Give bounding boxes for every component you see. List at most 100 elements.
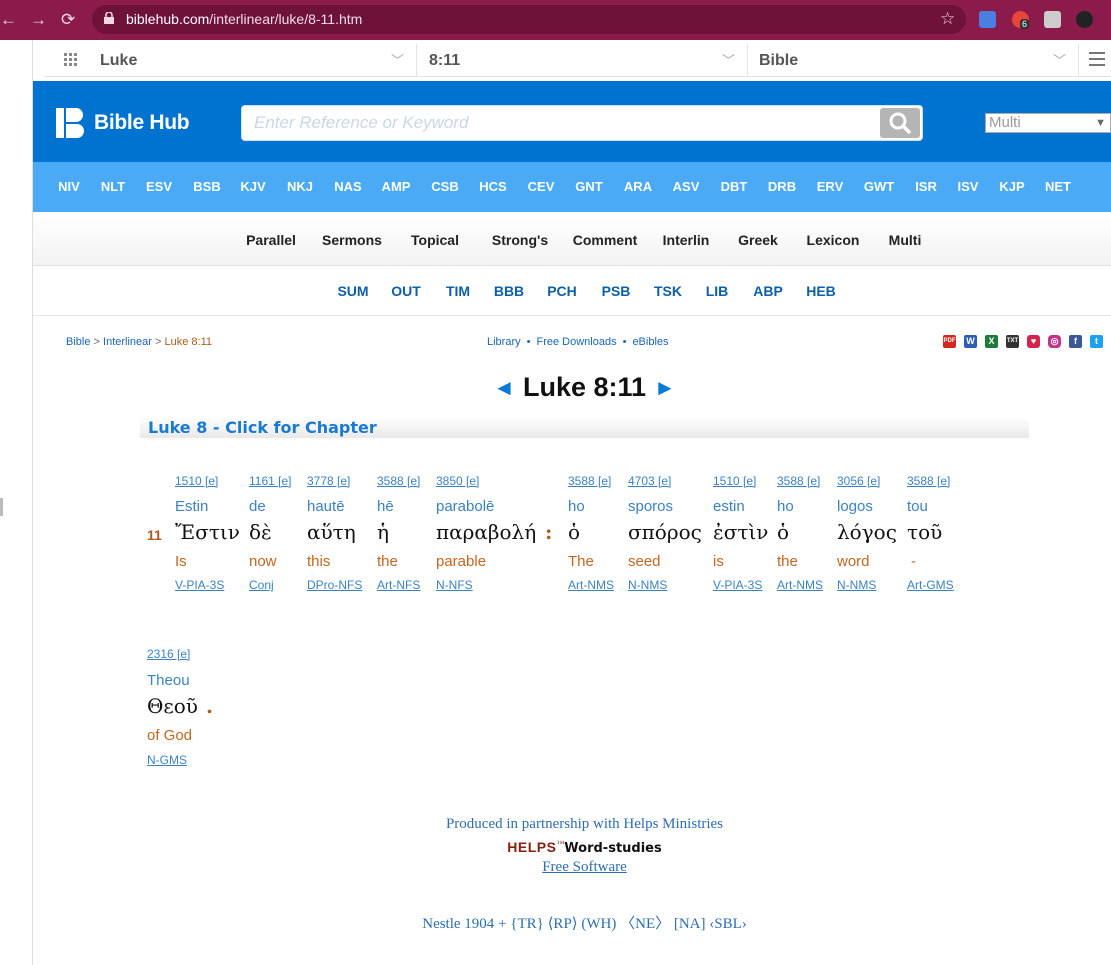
- strongs-number-link[interactable]: 3588 [e]: [377, 474, 420, 488]
- version-link[interactable]: GWT: [864, 179, 894, 194]
- parsing-link[interactable]: V-PIA-3S: [713, 578, 762, 592]
- tool-link-parallel[interactable]: Parallel: [246, 232, 296, 248]
- chapter-link[interactable]: Luke 8 - Click for Chapter: [148, 418, 377, 437]
- strongs-number-link[interactable]: 2316 [e]: [147, 647, 190, 661]
- parsing-link[interactable]: Art-GMS: [907, 578, 954, 592]
- excel-icon[interactable]: X: [985, 335, 998, 348]
- txt-icon[interactable]: TXT: [1006, 335, 1019, 348]
- commentary-link[interactable]: PCH: [547, 283, 577, 299]
- forward-icon[interactable]: →: [30, 10, 47, 30]
- version-link[interactable]: KJP: [999, 179, 1024, 194]
- commentary-link[interactable]: TSK: [654, 283, 682, 299]
- bible-hub-logo-icon[interactable]: [56, 108, 86, 138]
- commentary-link[interactable]: LIB: [706, 283, 729, 299]
- camera-extension-icon[interactable]: [1044, 11, 1061, 28]
- strongs-number-link[interactable]: 3056 [e]: [837, 474, 880, 488]
- free-downloads-link[interactable]: Free Downloads: [536, 336, 616, 348]
- strongs-number-link[interactable]: 3588 [e]: [568, 474, 611, 488]
- address-bar[interactable]: biblehub.com/interlinear/luke/8-11.htm: [92, 5, 966, 34]
- parsing-link[interactable]: V-PIA-3S: [175, 578, 224, 592]
- pdf-icon[interactable]: PDF: [943, 335, 956, 348]
- commentary-link[interactable]: HEB: [806, 283, 836, 299]
- tool-link-topical[interactable]: Topical: [411, 232, 459, 248]
- commentary-link[interactable]: SUM: [337, 283, 368, 299]
- version-link[interactable]: AMP: [382, 179, 411, 194]
- strongs-number-link[interactable]: 3850 [e]: [436, 474, 479, 488]
- breadcrumb-bible[interactable]: Bible: [66, 336, 90, 348]
- version-link[interactable]: ARA: [624, 179, 652, 194]
- parsing-link[interactable]: N-GMS: [147, 753, 187, 767]
- version-link[interactable]: HCS: [479, 179, 506, 194]
- commentary-link[interactable]: OUT: [391, 283, 421, 299]
- version-link[interactable]: NKJ: [287, 179, 313, 194]
- next-verse-arrow-icon[interactable]: ►: [654, 375, 676, 400]
- tool-link-comment[interactable]: Comment: [573, 232, 638, 248]
- version-link[interactable]: GNT: [575, 179, 602, 194]
- breadcrumb-interlinear[interactable]: Interlinear: [103, 336, 152, 348]
- version-link[interactable]: NET: [1045, 179, 1071, 194]
- parsing-link[interactable]: Art-NMS: [777, 578, 823, 592]
- search-input[interactable]: [254, 112, 874, 134]
- strongs-number-link[interactable]: 1161 [e]: [249, 474, 291, 488]
- tool-link-lexicon[interactable]: Lexicon: [807, 232, 860, 248]
- version-select[interactable]: Bible ﹀: [749, 44, 1079, 77]
- version-link[interactable]: CSB: [431, 179, 458, 194]
- search-button[interactable]: [880, 108, 920, 138]
- spy-extension-icon[interactable]: [1076, 11, 1093, 28]
- version-link[interactable]: NLT: [101, 179, 125, 194]
- facebook-icon[interactable]: f: [1069, 335, 1082, 348]
- previous-verse-arrow-icon[interactable]: ◄: [493, 375, 515, 400]
- extension-badge-icon[interactable]: 6: [1012, 11, 1030, 29]
- strongs-number-link[interactable]: 4703 [e]: [628, 474, 671, 488]
- hamburger-menu-icon[interactable]: [1089, 52, 1105, 66]
- back-icon[interactable]: ←: [0, 10, 17, 30]
- parsing-link[interactable]: Art-NFS: [377, 578, 420, 592]
- strongs-number-link[interactable]: 1510 [e]: [713, 474, 756, 488]
- version-link[interactable]: ESV: [146, 179, 172, 194]
- parsing-link[interactable]: N-NMS: [837, 578, 876, 592]
- chapter-verse-select[interactable]: 8:11 ﹀: [419, 44, 748, 77]
- library-link[interactable]: Library: [487, 336, 521, 348]
- version-link[interactable]: DRB: [768, 179, 796, 194]
- strongs-number-link[interactable]: 3778 [e]: [307, 474, 350, 488]
- version-link[interactable]: ASV: [673, 179, 700, 194]
- version-link[interactable]: DBT: [721, 179, 748, 194]
- site-logo-text[interactable]: Bible Hub: [94, 111, 190, 135]
- bookmark-star-icon[interactable]: ☆: [940, 9, 955, 29]
- tool-link-strongs[interactable]: Strong's: [492, 232, 548, 248]
- strongs-number-link[interactable]: 3588 [e]: [777, 474, 820, 488]
- twitter-icon[interactable]: t: [1090, 335, 1103, 348]
- commentary-link[interactable]: ABP: [753, 283, 783, 299]
- parsing-link[interactable]: Art-NMS: [568, 578, 614, 592]
- parsing-link[interactable]: N-NFS: [436, 578, 473, 592]
- strongs-number-link[interactable]: 3588 [e]: [907, 474, 950, 488]
- book-select[interactable]: Luke ﹀: [90, 44, 417, 77]
- version-link[interactable]: NIV: [58, 179, 80, 194]
- tool-link-multi[interactable]: Multi: [889, 232, 922, 248]
- reload-icon[interactable]: ⟳: [61, 10, 75, 30]
- instagram-icon[interactable]: ◎: [1048, 335, 1061, 348]
- version-link[interactable]: ISR: [915, 179, 937, 194]
- word-icon[interactable]: W: [964, 335, 977, 348]
- tool-link-interlin[interactable]: Interlin: [663, 232, 710, 248]
- version-link[interactable]: ISV: [958, 179, 979, 194]
- version-link[interactable]: KJV: [240, 179, 265, 194]
- parsing-link[interactable]: Conj: [249, 578, 274, 592]
- parsing-link[interactable]: N-NMS: [628, 578, 667, 592]
- tool-link-greek[interactable]: Greek: [738, 232, 778, 248]
- translate-extension-icon[interactable]: [979, 11, 996, 28]
- multi-version-select[interactable]: Multi ▼: [985, 113, 1111, 133]
- version-link[interactable]: BSB: [193, 179, 220, 194]
- commentary-link[interactable]: PSB: [602, 283, 631, 299]
- grid-menu-icon[interactable]: [64, 53, 78, 67]
- free-software-link[interactable]: Free Software: [542, 859, 627, 875]
- parsing-link[interactable]: DPro-NFS: [307, 578, 362, 592]
- version-link[interactable]: NAS: [334, 179, 361, 194]
- commentary-link[interactable]: TIM: [446, 283, 470, 299]
- ebibles-link[interactable]: eBibles: [632, 336, 668, 348]
- commentary-link[interactable]: BBB: [494, 283, 524, 299]
- pocket-icon[interactable]: ♥: [1027, 335, 1040, 348]
- version-link[interactable]: ERV: [817, 179, 844, 194]
- strongs-number-link[interactable]: 1510 [e]: [175, 474, 218, 488]
- tool-link-sermons[interactable]: Sermons: [322, 232, 382, 248]
